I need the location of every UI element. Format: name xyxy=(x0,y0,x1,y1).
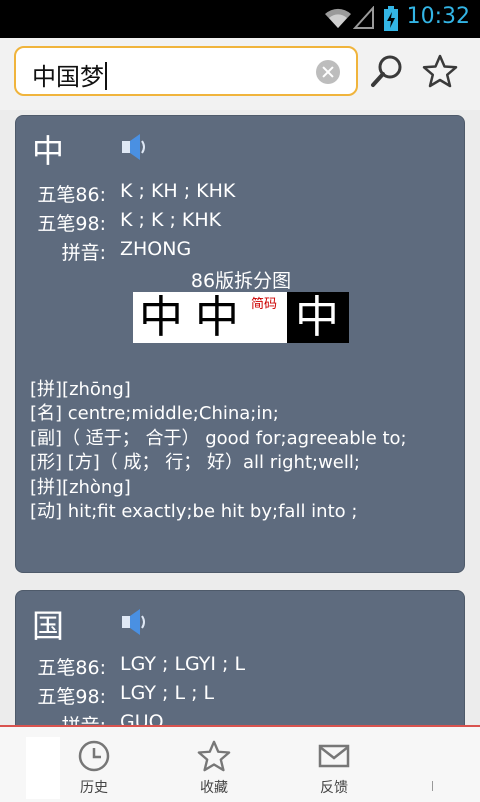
wubi86-label: 五笔86: xyxy=(37,184,106,206)
speaker-icon[interactable] xyxy=(120,132,150,162)
search-input[interactable]: 中国梦 xyxy=(14,46,358,96)
result-character: 国 xyxy=(32,607,65,645)
definitions: [拼][zhōng] [名] centre;middle;China;in; [… xyxy=(30,378,458,524)
definition-line: [拼][zhòng] xyxy=(30,476,131,498)
nav-history[interactable]: 历史 xyxy=(54,739,134,797)
definition-line: [动] hit;fit exactly;be hit by;fall into … xyxy=(30,501,358,523)
wubi98-label: 五笔98: xyxy=(37,213,106,235)
result-character: 中 xyxy=(32,132,65,170)
wubi86-value: K ; KH ; KHK xyxy=(120,180,236,202)
wubi98-value: K ; K ; KHK xyxy=(120,209,222,231)
nav-feedback-label: 反馈 xyxy=(320,780,348,796)
split-diagram: 中 中 简码 中 xyxy=(133,292,349,343)
wubi98-label: 五笔98: xyxy=(37,686,106,708)
diagram-char-full: 中 xyxy=(295,292,339,343)
star-outline-icon xyxy=(197,740,231,772)
definition-line: [拼][zhōng] xyxy=(30,379,131,400)
status-time: 10:32 xyxy=(406,4,470,29)
search-query: 中国梦 xyxy=(32,63,104,91)
text-caret xyxy=(105,62,107,90)
wubi98-value: LGY ; L ; L xyxy=(120,682,215,704)
wubi86-label: 五笔86: xyxy=(37,657,106,679)
search-bar: 中国梦 xyxy=(0,38,480,110)
wifi-icon xyxy=(325,8,351,28)
definition-line: [名] centre;middle;China;in; xyxy=(30,403,279,425)
diagram-char-outline: 中 xyxy=(139,292,183,343)
short-code-label: 简码 xyxy=(251,297,278,312)
nav-feedback[interactable]: 反馈 xyxy=(294,739,374,797)
envelope-icon xyxy=(318,744,350,768)
battery-charging-icon xyxy=(384,6,398,31)
signal-icon xyxy=(353,6,374,29)
status-bar: 10:32 xyxy=(0,0,480,38)
clear-icon[interactable] xyxy=(316,60,340,84)
speaker-icon[interactable] xyxy=(120,607,150,637)
definition-line: [副]（ 适于； 合于） good for;agreeable to; xyxy=(30,427,407,449)
wubi86-value: LGY ; LGYI ; L xyxy=(120,653,246,675)
diagram-char-stroke: 中 xyxy=(195,292,239,343)
bottom-nav: 历史 收藏 反馈 xyxy=(0,725,480,802)
nav-history-label: 历史 xyxy=(80,780,108,796)
pinyin-label: 拼音: xyxy=(61,242,106,264)
nav-favorites-label: 收藏 xyxy=(200,780,228,796)
definition-line: [形] [方]（ 成； 行； 好）all right;well; xyxy=(30,452,360,474)
result-card: 中 五笔86: K ; KH ; KHK 五笔98: K ; K ; KHK 拼… xyxy=(15,115,465,573)
star-outline-icon[interactable] xyxy=(422,54,458,88)
diagram-title: 86版拆分图 xyxy=(190,270,292,292)
nav-overflow-marker xyxy=(432,781,433,791)
clock-icon xyxy=(78,740,110,772)
nav-favorites[interactable]: 收藏 xyxy=(174,739,254,797)
search-icon[interactable] xyxy=(370,54,404,88)
pinyin-value: ZHONG xyxy=(120,238,192,260)
